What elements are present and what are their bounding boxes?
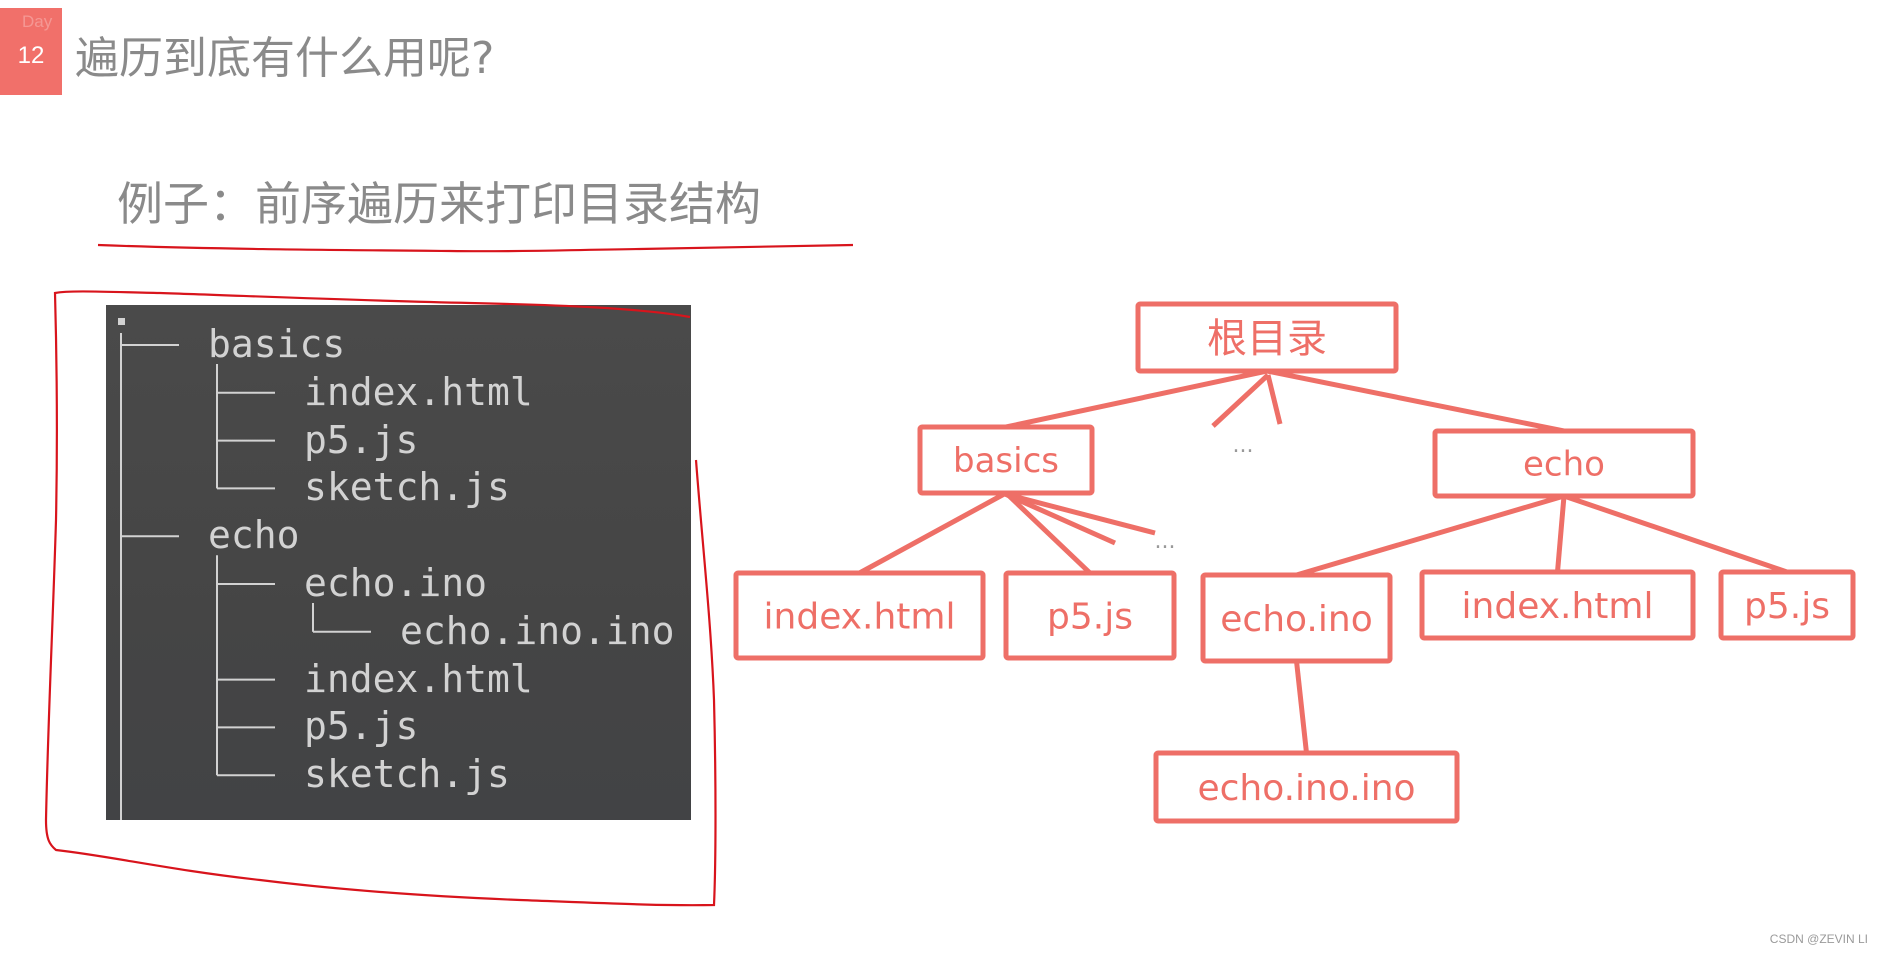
annotation-layer: 根目录 basics echo index.html p5.js echo.ino inde… [44, 243, 1856, 907]
tree-node-e-echoino: echo.ino [1200, 572, 1393, 664]
tree-node-label: p5.js [1744, 586, 1830, 627]
tree-node-e-p5: p5.js [1718, 569, 1856, 641]
tree-node-root: 根目录 [1135, 301, 1399, 374]
tree-node-label: index.html [1462, 586, 1654, 627]
tree-edge [1295, 493, 1565, 578]
tree-node-b-p5: p5.js [1003, 570, 1177, 661]
tree-node-echo: echo [1432, 428, 1696, 499]
tree-edge [1266, 368, 1565, 434]
tree-edge [858, 490, 1008, 576]
tree-edge [1555, 495, 1567, 573]
directory-tree-diagram: 根目录 basics echo index.html p5.js echo.ino inde… [733, 301, 1856, 824]
more-children-ellipsis: ... [1233, 433, 1254, 458]
tree-edge [1563, 493, 1788, 575]
terminal-highlight-loop [44, 290, 717, 907]
tree-node-label: p5.js [1047, 596, 1133, 637]
tree-node-label: echo.ino [1220, 599, 1372, 640]
tree-node-basics: basics [917, 424, 1095, 496]
tree-node-label: echo [1523, 445, 1605, 485]
tree-node-label: basics [953, 441, 1059, 481]
tree-edge [1005, 368, 1268, 430]
tree-node-label: 根目录 [1207, 316, 1327, 362]
watermark: CSDN @ZEVIN LI [1769, 932, 1868, 946]
tree-node-label: echo.ino.ino [1197, 768, 1415, 809]
more-children-ellipsis: ... [1155, 529, 1176, 554]
tree-node-b-index: index.html [733, 570, 986, 661]
tree-node-e-echoinoino: echo.ino.ino [1153, 750, 1460, 824]
tree-edge-stub [1265, 374, 1283, 425]
tree-node-e-index: index.html [1419, 569, 1696, 641]
tree-edge [1294, 660, 1309, 754]
subtitle-underline [97, 243, 854, 253]
tree-node-label: index.html [764, 596, 956, 637]
